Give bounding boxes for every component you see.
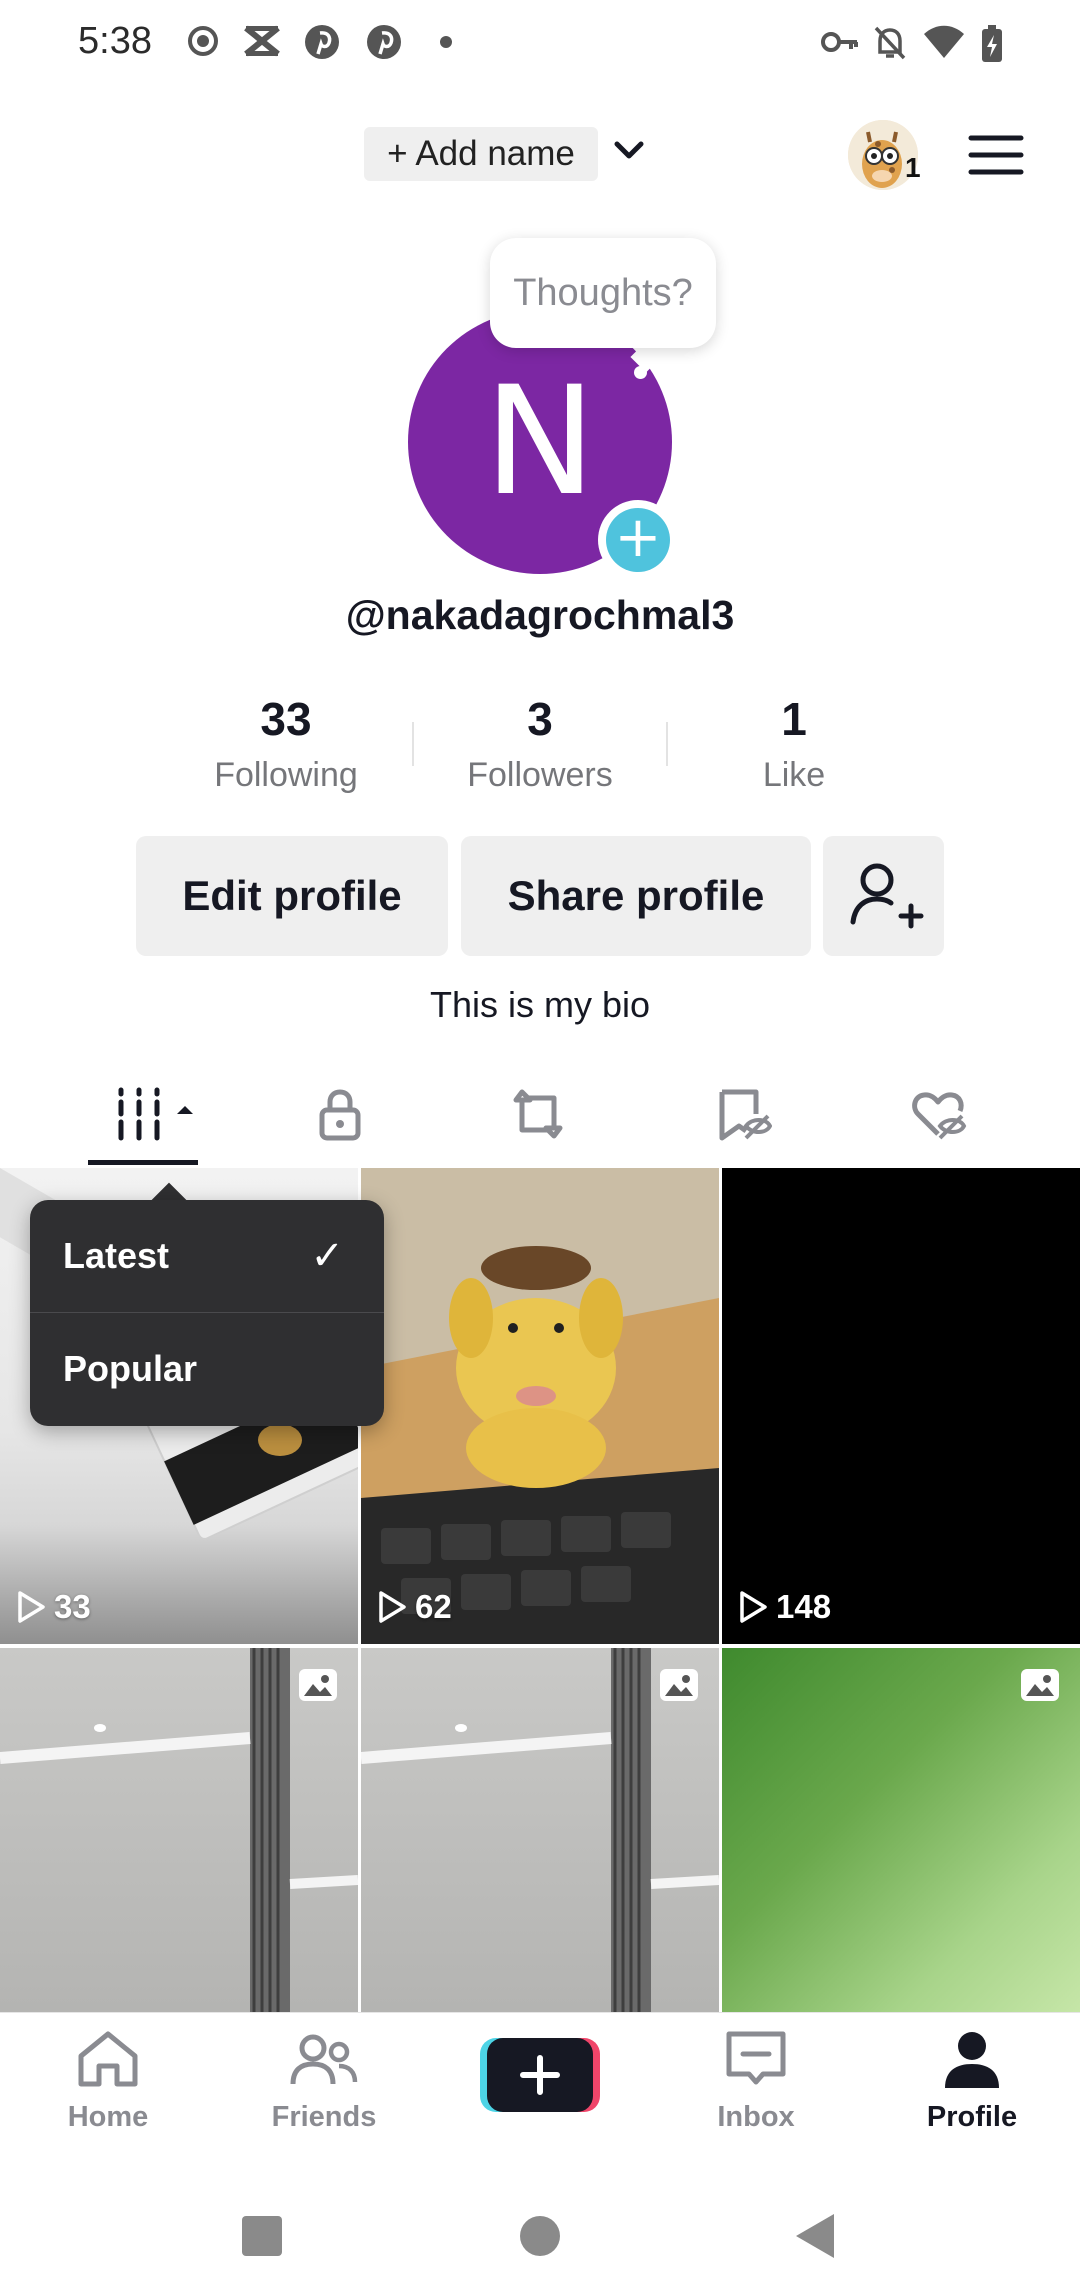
video-view-count: 62	[377, 1588, 452, 1626]
stat-following[interactable]: 33 Following	[176, 692, 396, 795]
liked-hidden-icon	[912, 1092, 967, 1140]
add-name-button[interactable]: + Add name	[364, 127, 598, 181]
username: @nakadagrochmal3	[345, 592, 735, 638]
stat-likes-label: Like	[762, 756, 826, 794]
favorites-hidden-icon	[719, 1089, 772, 1141]
bio-text: This is my bio	[429, 984, 651, 1025]
video-views-value: 62	[415, 1588, 452, 1625]
video-view-count: 148	[738, 1588, 831, 1626]
photo-tile[interactable]	[361, 1648, 719, 2012]
create-button[interactable]	[480, 2034, 600, 2114]
stat-likes-value: 1	[781, 693, 807, 745]
stat-followers[interactable]: 3 Followers	[430, 692, 650, 795]
lock-icon	[319, 1089, 361, 1141]
home-icon	[78, 2031, 138, 2087]
sort-option-label: Latest	[63, 1235, 170, 1276]
stat-followers-value: 3	[527, 693, 553, 745]
stat-followers-label: Followers	[467, 756, 613, 794]
nav-home-label: Home	[67, 2101, 149, 2133]
thoughts-bubble[interactable]: Thoughts?	[490, 238, 716, 348]
create-plus-icon	[480, 2038, 600, 2112]
friends-badge-count: 1	[905, 152, 921, 183]
profile-icon	[945, 2032, 999, 2088]
nav-inbox[interactable]: Inbox	[671, 2028, 841, 2138]
stat-following-label: Following	[214, 756, 358, 794]
recents-square-icon[interactable]	[240, 2214, 284, 2258]
battery-charging-icon	[982, 25, 1002, 62]
stat-divider	[666, 722, 668, 766]
video-views-value: 33	[54, 1588, 91, 1625]
sort-option-label: Popular	[63, 1348, 198, 1389]
dot-icon	[440, 36, 452, 48]
nav-profile[interactable]: Profile	[887, 2028, 1057, 2138]
add-person-icon	[850, 863, 924, 929]
repost-icon	[513, 1089, 563, 1139]
back-triangle-icon[interactable]	[794, 2212, 836, 2260]
menu-icon[interactable]	[968, 133, 1024, 177]
pinterest-icon	[305, 25, 339, 59]
tab-reposts[interactable]	[478, 1076, 598, 1152]
sort-option-latest[interactable]: Latest ✓	[30, 1200, 384, 1312]
inbox-icon	[726, 2031, 786, 2085]
edit-profile-button[interactable]: Edit profile	[136, 836, 448, 956]
play-icon	[740, 1591, 767, 1623]
photo-tile[interactable]	[0, 1648, 358, 2012]
stat-likes[interactable]: 1 Like	[684, 692, 904, 795]
photo-mode-icon	[1021, 1669, 1059, 1701]
checkmark-icon: ✓	[310, 1234, 344, 1278]
wifi-icon	[924, 25, 964, 58]
nav-inbox-label: Inbox	[717, 2101, 795, 2133]
nav-friends[interactable]: Friends	[239, 2028, 409, 2138]
status-time: 5:38	[78, 20, 152, 62]
play-icon	[379, 1591, 406, 1623]
share-profile-button[interactable]: Share profile	[461, 836, 811, 956]
stat-divider	[412, 722, 414, 766]
tab-active-indicator	[88, 1160, 198, 1165]
tab-private[interactable]	[280, 1076, 400, 1152]
add-friends-button[interactable]	[823, 836, 944, 956]
bell-off-icon	[874, 26, 906, 60]
videos-grid-icon	[118, 1087, 193, 1141]
video-tile[interactable]: 62	[361, 1168, 719, 1644]
photo-mode-icon	[660, 1669, 698, 1701]
video-thumbnail	[361, 1168, 719, 1644]
nav-profile-label: Profile	[926, 2101, 1018, 2133]
status-bar: 5:38	[0, 0, 1080, 86]
photo-tile[interactable]	[722, 1648, 1080, 2012]
photo-thumbnail	[0, 1648, 358, 2012]
pinterest-icon	[367, 25, 401, 59]
video-view-count: 33	[16, 1588, 91, 1626]
thoughts-bubble-dot	[634, 366, 647, 379]
friends-icon	[290, 2034, 358, 2085]
key-icon	[821, 32, 858, 52]
video-tile[interactable]: 148	[722, 1168, 1080, 1644]
chevron-down-icon[interactable]	[612, 136, 646, 166]
photo-mode-icon	[299, 1669, 337, 1701]
photo-thumbnail	[361, 1648, 719, 2012]
circle-record-icon	[188, 26, 218, 56]
home-circle-icon[interactable]	[518, 2214, 562, 2258]
stat-following-value: 33	[260, 693, 312, 745]
nav-friends-label: Friends	[271, 2101, 377, 2133]
tab-liked[interactable]	[878, 1076, 998, 1152]
video-views-value: 148	[776, 1588, 832, 1625]
sort-menu: Latest ✓ Popular	[30, 1200, 384, 1426]
x-mark-icon	[244, 25, 280, 57]
system-navigation-bar	[0, 2162, 1080, 2280]
sort-option-popular[interactable]: Popular	[30, 1313, 384, 1425]
tab-favorites[interactable]	[682, 1076, 802, 1152]
nav-home[interactable]: Home	[23, 2028, 193, 2138]
add-photo-plus-icon[interactable]: +	[606, 508, 670, 572]
tab-videos[interactable]	[82, 1076, 202, 1152]
play-icon	[18, 1591, 45, 1623]
